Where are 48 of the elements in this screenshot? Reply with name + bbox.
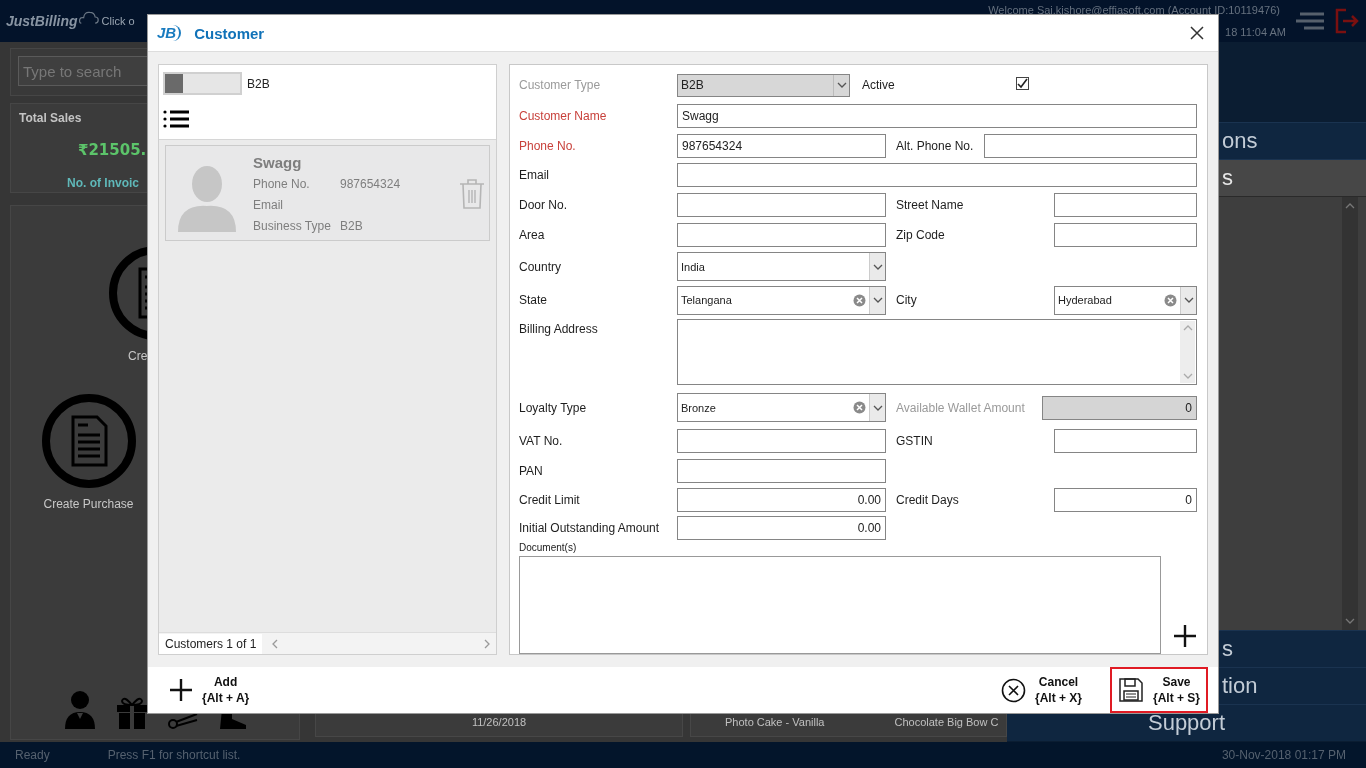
documents-label: Document(s) [519,542,578,553]
field-label: City [895,293,918,307]
field-label: Active [861,78,896,92]
date-time: 30-Nov-2018 01:17 PM [1221,748,1346,762]
record-count: Customers 1 of 1 [159,633,263,654]
field-label: Alt. Phone No. [895,138,975,153]
field-label: GSTIN [895,433,934,448]
field-label: Initial Outstanding Amount [519,520,661,535]
dialog-title: Customer [194,24,265,42]
field-label: State [519,293,549,307]
status-text: Ready [15,748,50,762]
field-label: Credit Limit [519,492,581,507]
customer-name: Swagg [253,154,303,171]
detail-label: Email [253,198,284,212]
field-label: Loyalty Type [519,400,588,415]
item-name: Photo Cake - Vanilla [725,716,825,728]
shortcut-hint: Press F1 for shortcut list. [107,748,241,762]
invoice-count-label: No. of Invoic [67,176,139,190]
card-title: Total Sales [19,111,82,125]
field-label: Street Name [895,198,965,212]
app-logo: JB [156,25,182,41]
field-label: Available Wallet Amount [895,400,1026,415]
field-label: Zip Code [895,228,946,242]
field-label: Customer Type [519,78,602,92]
detail-label: Business Type [253,219,332,233]
hint-text: Click o [101,15,135,27]
field-label: Email [519,168,550,182]
field-label: PAN [519,463,544,478]
field-label: Billing Address [519,321,599,336]
sales-amount: ₹21505. [78,141,147,159]
item-name: Chocolate Big Bow C [894,716,999,728]
field-label: Country [519,259,563,274]
field-label: Door No. [519,198,569,212]
field-label: Area [519,228,546,242]
detail-value: B2B [340,219,364,233]
action-label: Cre [128,349,148,363]
date-text: 11/26/2018 [471,716,527,728]
welcome-text: Welcome Sai.kishore@effiasoft.com (Account ID:10119476) [988,4,1280,16]
toggle-label: B2B [247,76,270,91]
detail-label: Phone No. [253,177,311,191]
field-label: Customer Name [519,108,608,123]
app-logo: JustBilling [6,13,78,29]
field-label: VAT No. [519,433,564,448]
action-label: Create Purchase [43,497,134,511]
login-time: 18 11:04 AM [1225,26,1286,38]
field-label: Credit Days [895,492,960,507]
detail-value: 987654324 [340,177,401,191]
field-label: Phone No. [519,138,577,153]
